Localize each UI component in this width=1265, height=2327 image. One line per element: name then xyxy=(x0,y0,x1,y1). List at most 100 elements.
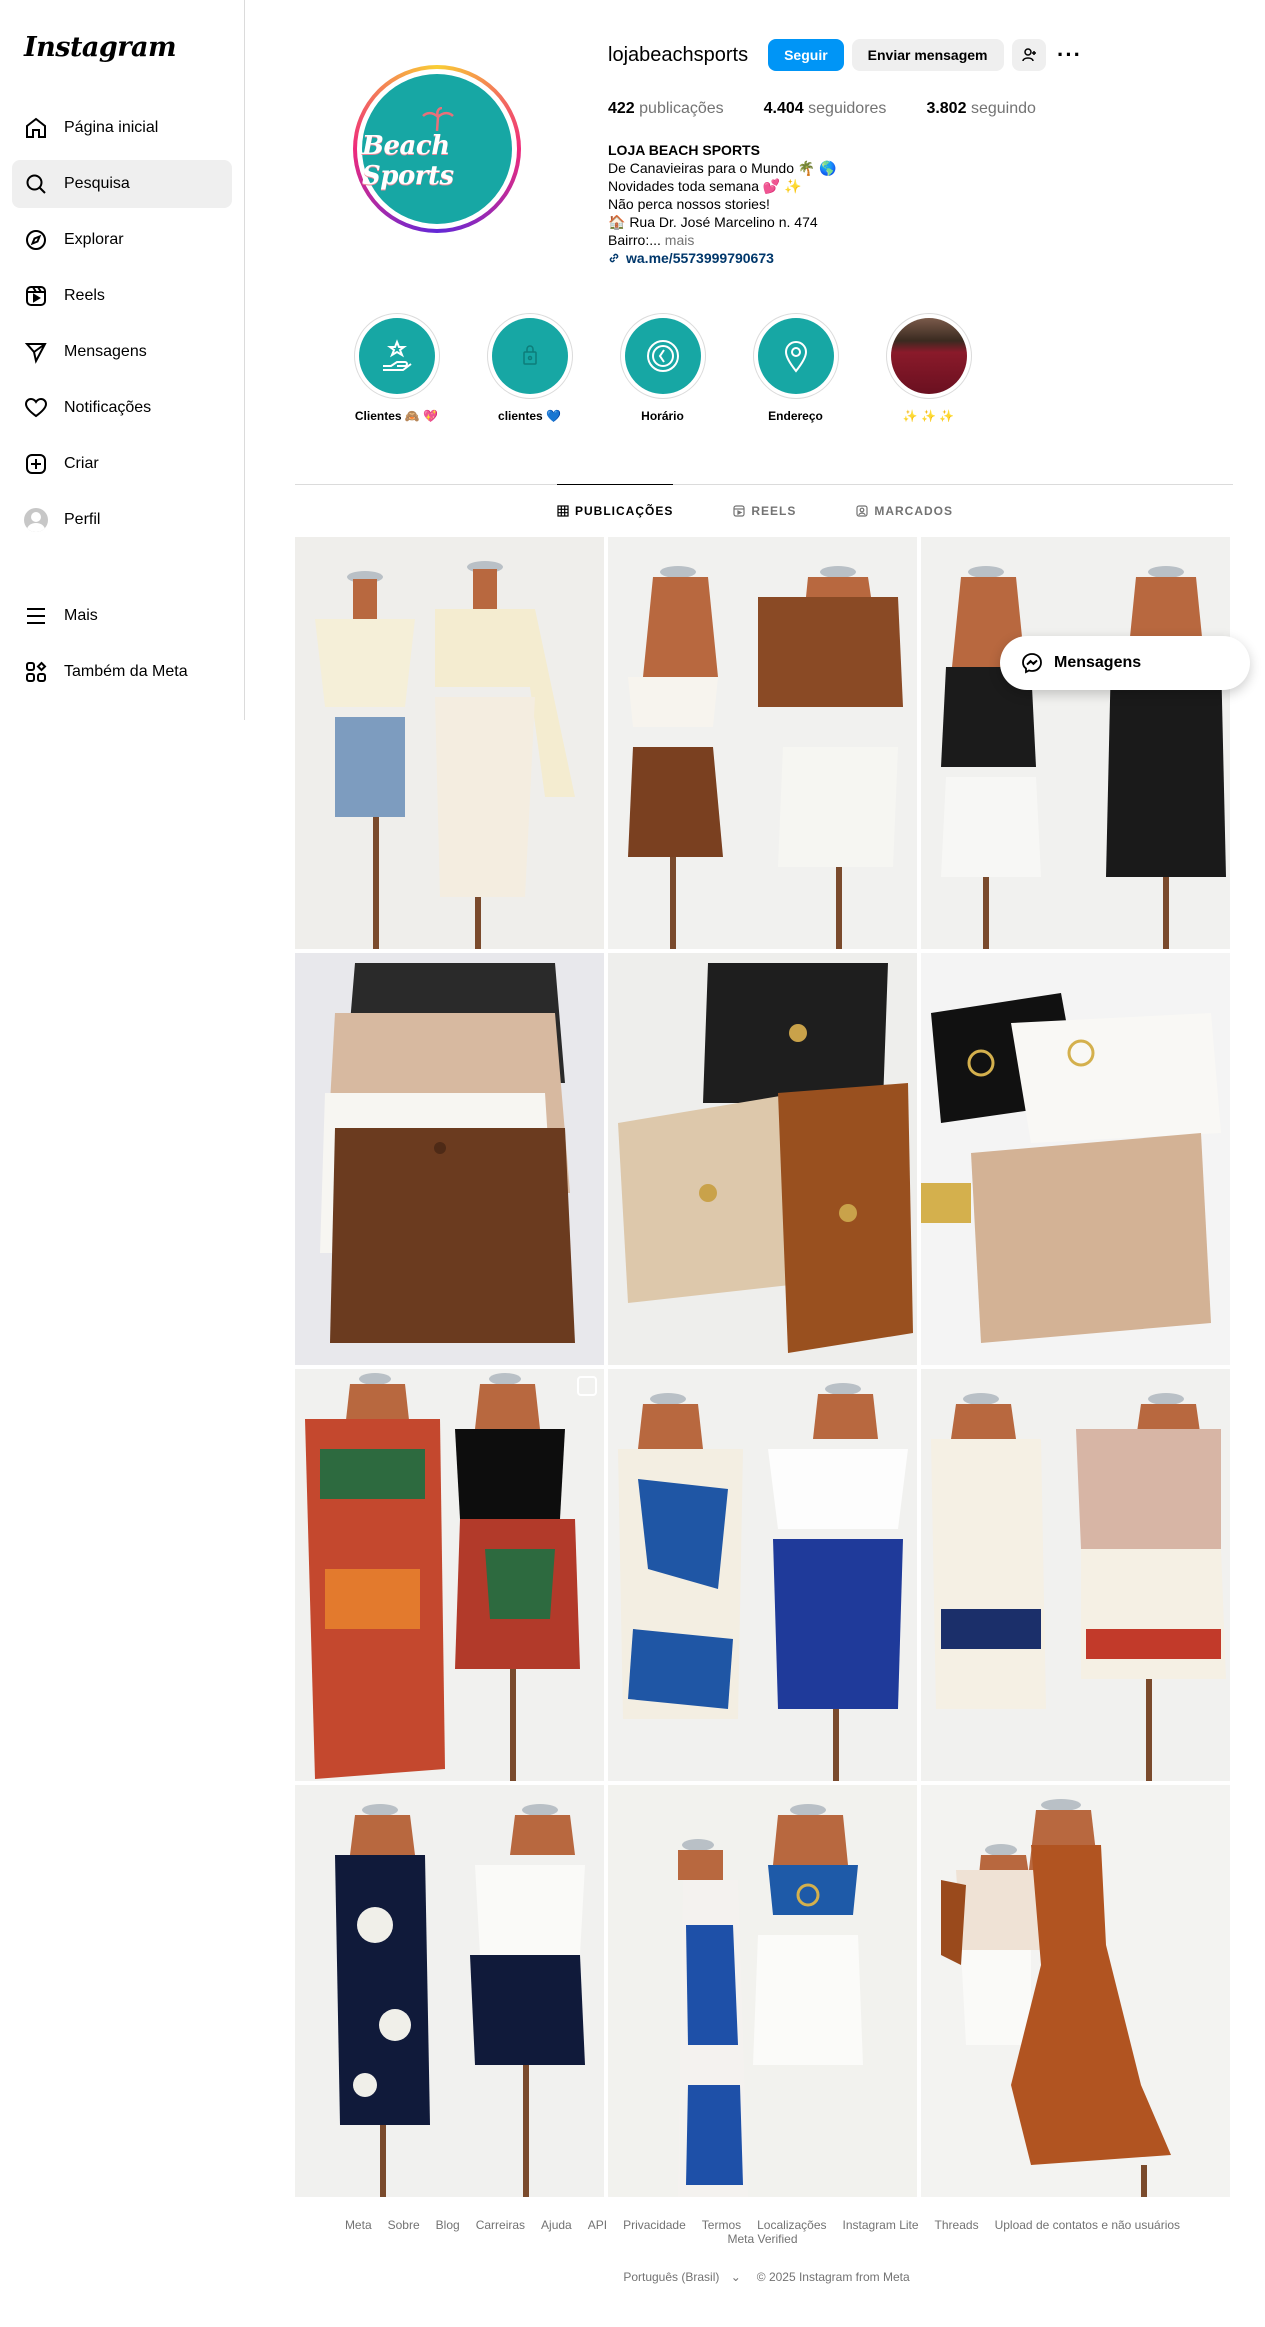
sidebar-item-messages[interactable]: Mensagens xyxy=(12,328,232,376)
post-thumbnail[interactable] xyxy=(295,1785,604,2197)
language-selector[interactable]: Português (Brasil) ⌄ xyxy=(615,2270,740,2284)
sidebar-nav: Página inicial Pesquisa Explorar Reels M… xyxy=(12,104,232,704)
profile-display-name: LOJA BEACH SPORTS xyxy=(608,142,760,158)
profile-picture-text: Beach Sports xyxy=(362,131,454,191)
post-image xyxy=(921,1785,1230,2197)
sidebar-item-more[interactable]: Mais xyxy=(12,592,232,640)
bio-external-link[interactable]: wa.me/5573999790673 xyxy=(608,249,928,267)
profile-picture[interactable]: Beach Sports xyxy=(353,65,521,233)
footer-link[interactable]: Sobre xyxy=(388,2218,420,2232)
hand-star-icon xyxy=(382,339,412,371)
post-thumbnail[interactable] xyxy=(295,1369,604,1781)
sidebar-item-reels[interactable]: Reels xyxy=(12,272,232,320)
highlight-item[interactable]: Endereço xyxy=(729,313,862,423)
link-icon xyxy=(609,253,619,263)
sidebar-item-create[interactable]: Criar xyxy=(12,440,232,488)
bio-line: De Canavieiras para o Mundo 🌴 🌎 xyxy=(608,160,837,176)
post-thumbnail[interactable] xyxy=(921,537,1230,949)
sidebar-item-also-from-meta[interactable]: Também da Meta xyxy=(12,648,232,696)
meta-apps-icon xyxy=(26,661,47,682)
post-image xyxy=(295,537,604,949)
footer-link[interactable]: Blog xyxy=(436,2218,460,2232)
post-image xyxy=(921,1369,1230,1781)
highlight-item[interactable]: Clientes 🙈 💖 xyxy=(330,313,463,423)
footer-link[interactable]: Ajuda xyxy=(541,2218,572,2232)
footer-link[interactable]: Threads xyxy=(935,2218,979,2232)
floating-messages-button[interactable]: Mensagens xyxy=(1000,636,1250,690)
post-image xyxy=(295,1785,604,2197)
pin-icon xyxy=(784,341,807,373)
grid-icon xyxy=(557,504,569,517)
followers-stat[interactable]: 4.404 seguidores xyxy=(764,100,887,118)
reels-icon xyxy=(26,286,46,306)
following-stat[interactable]: 3.802 seguindo xyxy=(926,100,1035,118)
bio-line: Bairro:... xyxy=(608,232,661,248)
sidebar-item-label: Notificações xyxy=(64,399,152,416)
post-image xyxy=(608,537,917,949)
post-image xyxy=(608,953,917,1365)
post-image xyxy=(921,953,1230,1365)
sidebar-item-search[interactable]: Pesquisa xyxy=(12,160,232,208)
post-thumbnail[interactable] xyxy=(921,1369,1230,1781)
tab-tagged[interactable]: MARCADOS xyxy=(856,484,953,536)
post-thumbnail[interactable] xyxy=(608,537,917,949)
tab-reels[interactable]: REELS xyxy=(733,484,796,536)
profile-header-actions: lojabeachsports Seguir Enviar mensagem ·… xyxy=(608,38,1086,72)
sidebar-item-label: Reels xyxy=(64,287,105,304)
sidebar-item-home[interactable]: Página inicial xyxy=(12,104,232,152)
footer-link[interactable]: Privacidade xyxy=(623,2218,686,2232)
footer-link[interactable]: Instagram Lite xyxy=(843,2218,919,2232)
footer-link[interactable]: Termos xyxy=(702,2218,741,2232)
bio-line: Não perca nossos stories! xyxy=(608,196,770,212)
bag-icon xyxy=(522,345,537,365)
add-person-icon xyxy=(1021,48,1036,62)
footer-link[interactable]: Meta Verified xyxy=(727,2232,797,2246)
highlight-photo xyxy=(890,318,967,394)
send-message-button[interactable]: Enviar mensagem xyxy=(851,39,1004,71)
sidebar-item-notifications[interactable]: Notificações xyxy=(12,384,232,432)
footer-link[interactable]: Localizações xyxy=(757,2218,826,2232)
bio-more-link[interactable]: mais xyxy=(665,232,695,248)
post-thumbnail[interactable] xyxy=(921,1785,1230,2197)
home-icon xyxy=(26,117,46,138)
post-thumbnail[interactable] xyxy=(608,1369,917,1781)
highlight-label: Clientes 🙈 💖 xyxy=(354,409,439,423)
bio-line: Novidades toda semana 💕 ✨ xyxy=(608,178,802,194)
footer-link[interactable]: Carreiras xyxy=(476,2218,525,2232)
menu-icon xyxy=(27,608,45,624)
profile-username: lojabeachsports xyxy=(608,43,749,66)
posts-stat: 422 publicações xyxy=(608,100,724,117)
post-image xyxy=(295,1369,604,1781)
more-options-icon[interactable]: ··· xyxy=(1054,39,1086,71)
highlight-label: Endereço xyxy=(768,409,823,423)
highlight-item[interactable]: clientes 💙 xyxy=(463,313,596,423)
highlight-label: clientes 💙 xyxy=(498,409,561,423)
tab-posts[interactable]: PUBLICAÇÕES xyxy=(556,484,674,536)
heart-icon xyxy=(24,397,48,418)
post-thumbnail[interactable] xyxy=(608,953,917,1365)
follow-button[interactable]: Seguir xyxy=(768,39,844,71)
profile-stats: 422 publicações 4.404 seguidores 3.802 s… xyxy=(608,100,1076,118)
highlight-label: ✨ ✨ ✨ xyxy=(902,409,955,423)
post-thumbnail[interactable] xyxy=(295,537,604,949)
footer-link[interactable]: Meta xyxy=(345,2218,372,2232)
instagram-logo[interactable]: Instagram xyxy=(24,32,177,63)
plus-square-icon xyxy=(26,454,46,474)
sidebar-item-label: Mais xyxy=(64,607,98,624)
suggest-accounts-button[interactable] xyxy=(1011,39,1046,71)
search-icon xyxy=(26,174,46,194)
clock-icon xyxy=(646,340,679,372)
sidebar-item-explore[interactable]: Explorar xyxy=(12,216,232,264)
post-thumbnail[interactable] xyxy=(921,953,1230,1365)
messenger-icon xyxy=(1022,653,1042,674)
posts-grid xyxy=(295,537,1230,2197)
highlight-item[interactable]: ✨ ✨ ✨ xyxy=(862,313,995,423)
post-thumbnail[interactable] xyxy=(608,1785,917,2197)
footer-link[interactable]: API xyxy=(588,2218,607,2232)
footer-link[interactable]: Upload de contatos e não usuários xyxy=(995,2218,1180,2232)
tagged-icon xyxy=(856,504,868,517)
post-thumbnail[interactable] xyxy=(295,953,604,1365)
reels-icon xyxy=(733,504,745,517)
highlight-item[interactable]: Horário xyxy=(596,313,729,423)
sidebar-item-label: Pesquisa xyxy=(64,175,130,192)
